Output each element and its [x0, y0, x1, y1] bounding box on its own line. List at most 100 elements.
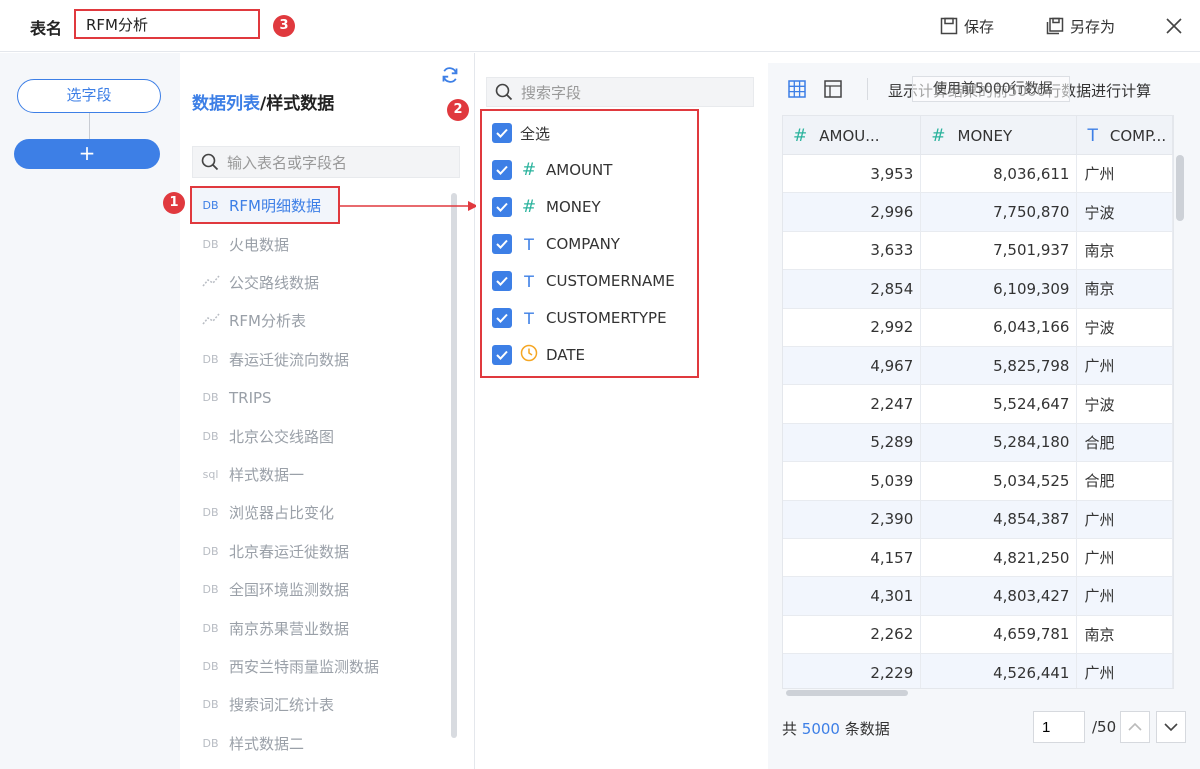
toolbar-divider — [867, 78, 868, 100]
table-row: 3,633 7,501,937 南京 — [783, 231, 1173, 271]
prev-page-button[interactable] — [1120, 711, 1150, 743]
numeric-type-icon: # — [793, 125, 808, 146]
data-preview-table: # AMOU... # MONEY T COMP... 3,953 8,036,611 广… — [782, 115, 1174, 689]
amount-cell: 2,992 — [783, 308, 922, 346]
table-row: 2,229 4,526,441 广州 — [783, 654, 1173, 688]
database-icon: DB — [202, 622, 219, 635]
table-item-label: 浏览器占比变化 — [229, 504, 335, 522]
table-item[interactable]: DB 样式数据二 — [192, 725, 448, 762]
amount-cell: 4,967 — [783, 346, 922, 385]
table-item-label: 公交路线数据 — [229, 274, 320, 292]
table-item[interactable]: DB 西安兰特雨量监测数据 — [192, 648, 448, 685]
grid-view-icon[interactable] — [788, 80, 806, 98]
total-count: 5000 — [801, 720, 840, 738]
field-row-customername[interactable]: T CUSTOMERNAME — [492, 269, 675, 293]
layout-view-icon[interactable] — [824, 80, 842, 98]
field-row-customertype[interactable]: T CUSTOMERTYPE — [492, 306, 667, 330]
save-button[interactable]: 保存 — [940, 14, 994, 38]
company-cell: 合肥 — [1077, 423, 1173, 462]
vertical-scrollbar[interactable] — [1176, 155, 1184, 221]
select-all-checkbox[interactable]: 全选 — [492, 121, 550, 145]
money-cell: 4,526,441 — [921, 654, 1078, 688]
money-cell: 5,034,525 — [921, 462, 1078, 500]
database-icon: DB — [202, 353, 219, 366]
column-header-money[interactable]: # MONEY — [921, 116, 1078, 155]
company-cell: 广州 — [1077, 538, 1173, 577]
numeric-type-icon: # — [521, 197, 537, 217]
money-cell: 6,043,166 — [921, 308, 1078, 346]
table-item[interactable]: RFM分析表 — [192, 302, 448, 339]
column-header-company[interactable]: T COMP... — [1077, 116, 1173, 155]
table-item[interactable]: DB 南京苏果营业数据 — [192, 610, 448, 647]
database-icon: DB — [202, 737, 219, 750]
save-as-button[interactable]: 另存为 — [1046, 14, 1115, 38]
search-icon — [201, 153, 219, 171]
column-header-label: MONEY — [957, 126, 1013, 145]
money-cell: 7,501,937 — [921, 231, 1078, 270]
table-row: 5,039 5,034,525 合肥 — [783, 462, 1173, 501]
table-search-input[interactable]: 输入表名或字段名 — [192, 146, 460, 178]
company-cell: 广州 — [1077, 346, 1173, 385]
page-number-input[interactable] — [1033, 711, 1085, 743]
field-row-money[interactable]: # MONEY — [492, 195, 601, 219]
style-data-tab[interactable]: /样式数据 — [260, 94, 334, 114]
table-header: # AMOU... # MONEY T COMP... — [783, 116, 1173, 155]
sql-icon: sql — [202, 468, 219, 481]
table-row: 2,996 7,750,870 宁波 — [783, 193, 1173, 232]
table-row: 2,247 5,524,647 宁波 — [783, 385, 1173, 424]
table-row: 2,390 4,854,387 广州 — [783, 500, 1173, 539]
close-icon[interactable] — [1162, 14, 1186, 38]
save-label: 保存 — [964, 17, 995, 36]
row-limit-select[interactable]: 使用前5000行数据 — [912, 76, 1070, 102]
table-item[interactable]: 公交路线数据 — [192, 264, 448, 301]
select-all-label: 全选 — [520, 124, 551, 143]
table-name-label: 表名 — [30, 19, 63, 38]
text-type-icon: T — [524, 234, 534, 254]
checkbox-checked-icon — [492, 345, 512, 365]
table-item-label: 西安兰特雨量监测数据 — [229, 658, 380, 676]
data-list-tab[interactable]: 数据列表 — [192, 94, 260, 114]
table-item[interactable]: DB 春运迁徙流向数据 — [192, 341, 448, 378]
table-item[interactable]: sql 样式数据一 — [192, 456, 448, 493]
table-item[interactable]: DB 全国环境监测数据 — [192, 571, 448, 608]
field-row-date[interactable]: DATE — [492, 343, 585, 367]
field-name: CUSTOMERTYPE — [546, 309, 667, 327]
horizontal-scrollbar[interactable] — [786, 690, 908, 696]
checkbox-checked-icon — [492, 123, 512, 143]
field-row-amount[interactable]: # AMOUNT — [492, 158, 612, 182]
table-item[interactable]: DB 搜索词汇统计表 — [192, 686, 448, 723]
chevron-up-icon — [1128, 722, 1142, 731]
table-row: 2,854 6,109,309 南京 — [783, 270, 1173, 309]
field-row-company[interactable]: T COMPANY — [492, 232, 620, 256]
table-item-label: TRIPS — [229, 388, 272, 407]
company-cell: 合肥 — [1077, 462, 1173, 500]
next-page-button[interactable] — [1156, 711, 1186, 743]
text-type-icon: T — [1087, 125, 1098, 146]
database-icon: DB — [202, 660, 219, 673]
line-chart-icon — [201, 313, 220, 328]
amount-cell: 3,633 — [783, 231, 922, 270]
table-item[interactable]: DB 北京公交线路图 — [192, 418, 448, 455]
table-item[interactable]: DB 火电数据 — [192, 226, 448, 263]
annotation-arrow — [340, 201, 478, 211]
table-list-scrollbar[interactable] — [451, 193, 457, 738]
company-cell: 宁波 — [1077, 193, 1173, 231]
column-header-amount[interactable]: # AMOU... — [783, 116, 922, 155]
table-item[interactable]: DB 浏览器占比变化 — [192, 494, 448, 531]
numeric-type-icon: # — [931, 125, 946, 146]
table-item[interactable]: DB TRIPS — [192, 379, 448, 416]
table-row: 3,953 8,036,611 广州 — [783, 155, 1173, 194]
amount-cell: 2,390 — [783, 500, 922, 538]
clock-icon — [520, 344, 538, 367]
money-cell: 5,284,180 — [921, 423, 1078, 462]
table-item-label: 南京苏果营业数据 — [229, 620, 350, 638]
add-step-button[interactable]: + — [14, 139, 160, 169]
amount-cell: 2,262 — [783, 615, 922, 654]
field-search-input[interactable]: 搜索字段 — [486, 77, 754, 107]
refresh-icon[interactable] — [440, 65, 460, 85]
table-item[interactable]: DB 北京春运迁徙数据 — [192, 533, 448, 570]
money-cell: 4,659,781 — [921, 615, 1078, 654]
company-cell: 南京 — [1077, 270, 1173, 308]
select-field-step-button[interactable]: 选字段 — [17, 79, 161, 113]
table-name-input[interactable] — [74, 9, 260, 39]
